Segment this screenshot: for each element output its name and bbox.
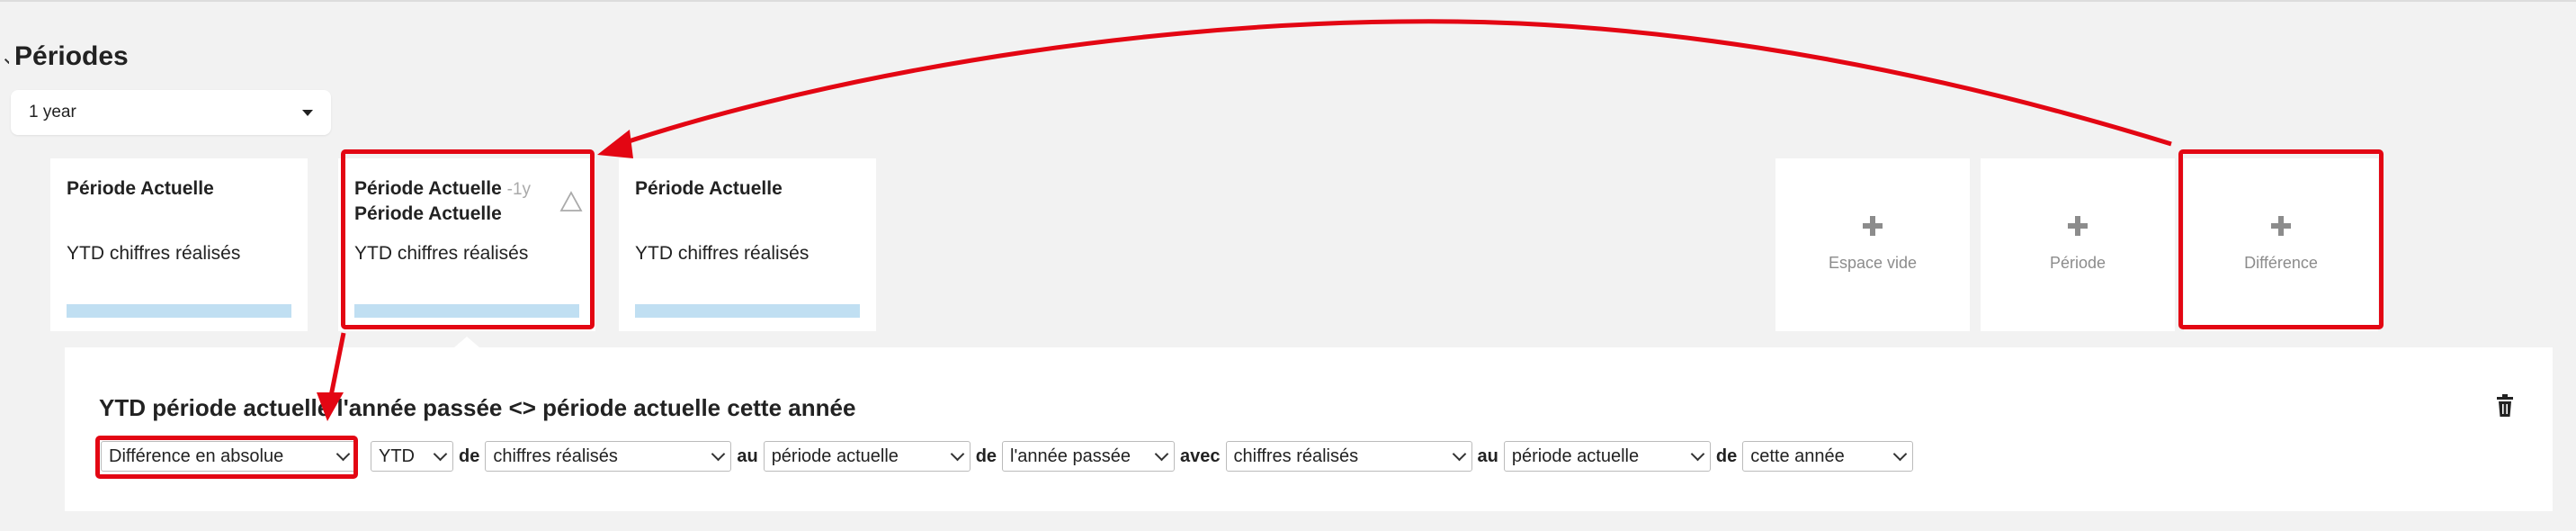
measure-select-1[interactable]: chiffres réalisés (485, 441, 732, 472)
plus-icon (1981, 216, 2175, 243)
period-card-title-text: Période Actuelle (635, 178, 783, 199)
annotation-highlight-difference-type (95, 436, 358, 479)
period-scope-select[interactable]: YTD (371, 441, 453, 472)
section-title: Périodes (14, 41, 129, 71)
annotation-highlight-period-card (341, 149, 595, 329)
add-period-button[interactable]: Période (1981, 158, 2175, 331)
select-value: cette année (1750, 446, 1845, 466)
top-divider (0, 0, 2576, 2)
period-card-text: YTD chiffres réalisés (635, 243, 809, 264)
chevron-down-icon (950, 446, 964, 461)
period-card-title: Période Actuelle (635, 176, 783, 201)
connector-label: de (975, 446, 997, 466)
panel-pointer (454, 337, 479, 347)
chevron-down-icon (1452, 446, 1466, 461)
detail-title: YTD période actuelle l'année passée <> p… (99, 394, 856, 421)
connector-label: au (1477, 446, 1498, 466)
chevron-down-icon[interactable]: ⌄ (0, 44, 9, 70)
period-card-title-text: Période Actuelle (67, 178, 214, 199)
select-value: YTD (379, 446, 415, 466)
chevron-down-icon (1154, 446, 1169, 461)
caret-down-icon (302, 109, 313, 116)
year-select-2[interactable]: cette année (1742, 441, 1914, 472)
chevron-down-icon (711, 446, 726, 461)
chevron-down-icon (1892, 446, 1908, 461)
page-root: ⌄ Périodes 1 year Période Actuelle YTD c… (0, 0, 2576, 531)
trash-icon[interactable] (2495, 394, 2515, 418)
period-select-1[interactable]: période actuelle (763, 441, 970, 472)
period-card-text: YTD chiffres réalisés (67, 243, 241, 264)
annotation-highlight-difference (2178, 149, 2384, 329)
connector-label: avec (1180, 446, 1221, 466)
select-value: l'année passée (1010, 446, 1131, 466)
annotation-arrowhead (597, 130, 633, 158)
period-card-title: Période Actuelle (67, 176, 214, 201)
difference-config-row: Différence en absolue YTD de chiffres ré… (101, 441, 1914, 472)
chevron-down-icon (433, 446, 448, 461)
connector-label: de (459, 446, 480, 466)
add-empty-space-button[interactable]: Espace vide (1775, 158, 1970, 331)
period-select-2[interactable]: période actuelle (1503, 441, 1711, 472)
period-length-select[interactable]: 1 year (11, 90, 331, 135)
measure-select-2[interactable]: chiffres réalisés (1225, 441, 1472, 472)
periods-section-header[interactable]: ⌄ Périodes (0, 41, 129, 72)
select-value: période actuelle (771, 446, 899, 466)
connector-label: au (737, 446, 758, 466)
annotation-arrow-curve (620, 19, 2172, 147)
period-card[interactable]: Période Actuelle YTD chiffres réalisés (50, 158, 308, 331)
difference-detail-panel: YTD période actuelle l'année passée <> p… (65, 347, 2553, 511)
period-card-bar (635, 304, 860, 318)
period-length-value: 1 year (29, 103, 76, 122)
add-card-label: Période (2049, 254, 2106, 272)
plus-icon (1775, 216, 1970, 243)
period-card[interactable]: Période Actuelle YTD chiffres réalisés (619, 158, 876, 331)
select-value: chiffres réalisés (493, 446, 618, 466)
connector-label: de (1715, 446, 1738, 466)
chevron-down-icon (1690, 446, 1705, 461)
select-value: chiffres réalisés (1233, 446, 1359, 466)
add-card-label: Espace vide (1828, 254, 1918, 272)
year-select-1[interactable]: l'année passée (1002, 441, 1176, 472)
period-card-bar (67, 304, 291, 318)
select-value: période actuelle (1511, 446, 1640, 466)
